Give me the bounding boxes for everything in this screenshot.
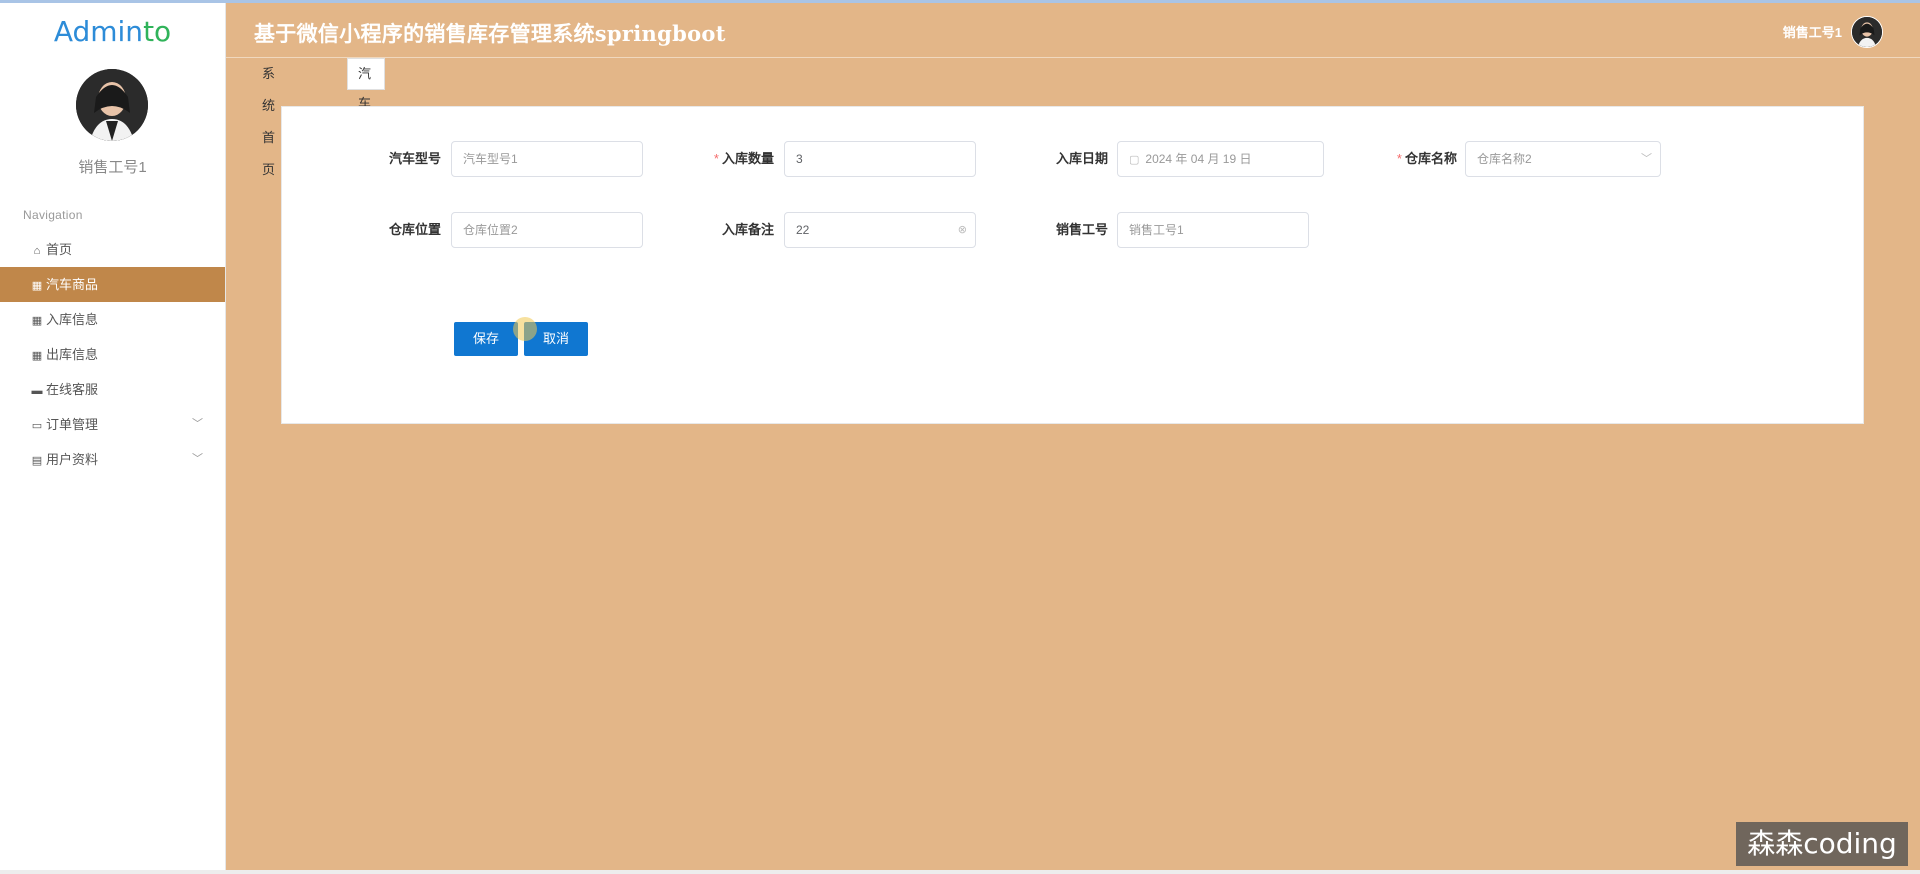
input-value: 22 (796, 223, 810, 237)
clear-icon[interactable]: ⊗ (958, 213, 967, 247)
app-logo[interactable]: Adminto (0, 15, 225, 48)
edit-form-card: 汽车型号 汽车型号1 * 入库数量 3 入库日期 ▢ 2024 年 04 月 19 … (281, 106, 1864, 424)
input-value: 汽车型号1 (463, 152, 518, 166)
watermark: 森森coding (1736, 822, 1908, 866)
header-avatar[interactable] (1851, 16, 1883, 48)
avatar[interactable] (76, 69, 148, 141)
sidebar-item-label: 用户资料 (46, 452, 99, 467)
header-user-name[interactable]: 销售工号1 (1783, 22, 1842, 41)
calendar-icon: ▢ (1129, 154, 1140, 166)
field-label: 入库日期 (1055, 151, 1108, 166)
briefcase-icon: ▬ (31, 385, 43, 397)
field-label: 仓库位置 (388, 222, 441, 237)
input-value: 2024 年 04 月 19 日 (1145, 152, 1252, 166)
required-mark: * (713, 151, 719, 166)
stock-remark-input[interactable]: 22 ⊗ (784, 212, 976, 248)
sidebar-item-label: 汽车商品 (46, 277, 99, 292)
nav-section-title: Navigation (23, 208, 83, 222)
field-label: * 入库数量 (582, 141, 774, 177)
field-label: 入库备注 (721, 222, 774, 237)
card-icon: ▤ (31, 455, 43, 467)
tab-label: 系统首页 (262, 66, 276, 177)
tab-system-home[interactable]: 系统首页 (252, 58, 285, 177)
sidebar-item-stock-out[interactable]: ▦ 出库信息 (0, 337, 225, 372)
input-value: 3 (796, 152, 803, 166)
logo-accent-text: to (143, 15, 172, 48)
sidebar-item-label: 出库信息 (46, 347, 99, 362)
window-bottom-strip (0, 870, 1920, 874)
tab-car-products[interactable]: 汽车商品× (347, 58, 385, 201)
sidebar-item-car-products[interactable]: ▦ 汽车商品 (0, 267, 225, 302)
monitor-icon: ▭ (31, 420, 43, 432)
sidebar-item-label: 在线客服 (46, 382, 99, 397)
field-label: * 仓库名称 (1332, 141, 1457, 177)
grid-icon: ▦ (31, 350, 43, 362)
grid-icon: ▦ (31, 280, 43, 292)
field-label-text: 仓库名称 (1404, 151, 1457, 166)
home-icon: ⌂ (33, 245, 41, 257)
input-value: 仓库位置2 (463, 223, 518, 237)
sidebar-user-name: 销售工号1 (78, 159, 147, 176)
input-value: 销售工号1 (1129, 223, 1184, 237)
warehouse-name-select[interactable]: 仓库名称2 ﹀ (1465, 141, 1661, 177)
save-button[interactable]: 保存 (454, 322, 518, 356)
sidebar-item-user-profile[interactable]: ▤ 用户资料 ﹀ (0, 442, 225, 477)
sidebar-nav: ⌂ 首页 ▦ 汽车商品 ▦ 入库信息 ▦ 出库信息 ▬ 在线客服 ▭ 订单管理 ﹀ ▤ 用户资… (0, 232, 225, 477)
cursor-highlight (513, 317, 537, 341)
sidebar-item-label: 首页 (46, 242, 73, 257)
top-header: 基于微信小程序的销售库存管理系统springboot 销售工号1 (226, 3, 1920, 58)
stock-quantity-input[interactable]: 3 (784, 141, 976, 177)
sidebar-item-label: 入库信息 (46, 312, 99, 327)
chevron-down-icon: ﹀ (1641, 153, 1652, 165)
field-label: 销售工号 (1055, 222, 1108, 237)
sidebar: Adminto 销售工号1 Navigation ⌂ 首页 ▦ 汽车商品 ▦ 入库信息… (0, 3, 226, 874)
sidebar-item-label: 订单管理 (46, 417, 99, 432)
stock-date-picker[interactable]: ▢ 2024 年 04 月 19 日 (1117, 141, 1324, 177)
field-label: 汽车型号 (388, 151, 441, 166)
sales-id-input[interactable]: 销售工号1 (1117, 212, 1309, 248)
sidebar-item-online-service[interactable]: ▬ 在线客服 (0, 372, 225, 407)
field-label-text: 入库数量 (721, 151, 774, 166)
sidebar-item-home[interactable]: ⌂ 首页 (0, 232, 225, 267)
select-value: 仓库名称2 (1477, 152, 1532, 166)
chevron-down-icon[interactable]: ﹀ (192, 407, 203, 442)
chevron-down-icon[interactable]: ﹀ (192, 442, 203, 477)
sidebar-item-order-management[interactable]: ▭ 订单管理 ﹀ (0, 407, 225, 442)
required-mark: * (1396, 151, 1402, 166)
grid-icon: ▦ (31, 315, 43, 327)
logo-main-text: Admin (53, 15, 144, 48)
app-title: 基于微信小程序的销售库存管理系统springboot (254, 21, 726, 46)
sidebar-item-stock-in[interactable]: ▦ 入库信息 (0, 302, 225, 337)
